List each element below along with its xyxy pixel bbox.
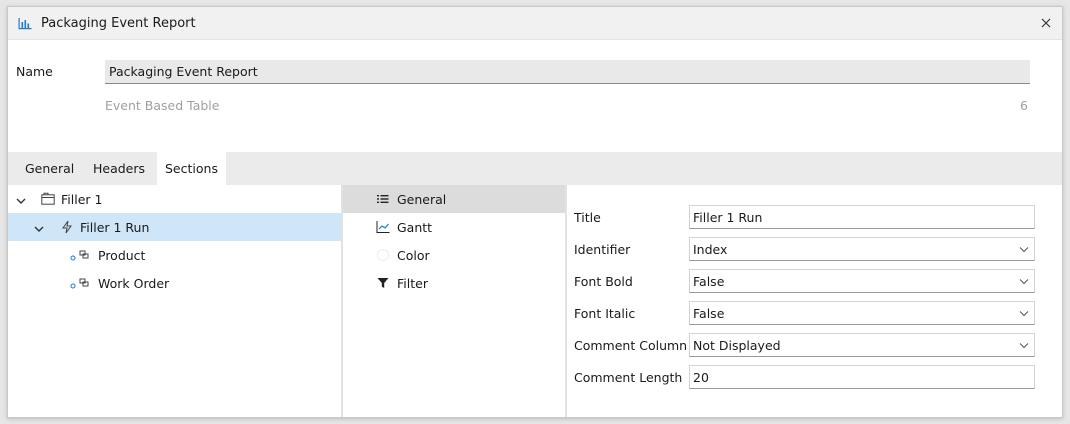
field-link-icon (70, 276, 89, 290)
tree-item-filler-1-run[interactable]: Filler 1 Run (8, 213, 341, 241)
comment-column-value: Not Displayed (693, 338, 781, 353)
folder-icon (41, 192, 55, 206)
identifier-label: Identifier (574, 242, 631, 257)
tab-sections[interactable]: Sections (157, 152, 226, 185)
tab-bar: General Headers Sections (8, 152, 1062, 185)
close-icon (1041, 18, 1051, 28)
properties-panel: Title Filler 1 Run Identifier Index Font… (567, 185, 1062, 417)
lightning-icon (60, 220, 74, 234)
window-title: Packaging Event Report (41, 16, 196, 31)
title-value: Filler 1 Run (693, 210, 763, 225)
color-circle-icon (376, 248, 390, 262)
item-count: 6 (1020, 98, 1028, 113)
identifier-value: Index (693, 242, 728, 257)
tree-item-filler-1[interactable]: Filler 1 (8, 185, 341, 213)
settings-item-gantt[interactable]: Gantt (343, 213, 565, 241)
report-type-label: Event Based Table (105, 98, 220, 113)
chevron-down-icon (1019, 247, 1029, 253)
close-button[interactable] (1036, 13, 1056, 33)
settings-item-label: General (397, 192, 447, 207)
tree-item-label: Work Order (98, 276, 170, 291)
font-italic-label: Font Italic (574, 306, 636, 321)
font-bold-label: Font Bold (574, 274, 633, 289)
tree-item-label: Product (98, 248, 146, 263)
bar-chart-icon (18, 17, 32, 30)
section-settings-list: General Gantt Color Filter (343, 185, 565, 417)
comment-length-label: Comment Length (574, 370, 683, 385)
gantt-chart-icon (376, 220, 390, 234)
filter-icon (376, 276, 390, 290)
list-icon (376, 192, 390, 206)
tree-item-label: Filler 1 Run (80, 220, 150, 235)
settings-item-label: Gantt (397, 220, 433, 235)
font-italic-select[interactable]: False (689, 301, 1035, 325)
chevron-down-icon[interactable] (34, 222, 44, 232)
chevron-down-icon (1019, 343, 1029, 349)
settings-item-filter[interactable]: Filter (343, 269, 565, 297)
name-input[interactable] (105, 60, 1030, 84)
name-label: Name (16, 64, 53, 79)
chevron-down-icon[interactable] (16, 194, 26, 204)
tree-item-work-order[interactable]: Work Order (8, 269, 341, 297)
tab-general[interactable]: General (17, 152, 82, 185)
identifier-select[interactable]: Index (689, 237, 1035, 261)
report-dialog: Packaging Event Report Name Event Based … (7, 6, 1063, 418)
title-input[interactable]: Filler 1 Run (689, 205, 1035, 229)
title-label: Title (574, 210, 601, 225)
settings-item-general[interactable]: General (343, 185, 565, 213)
font-bold-select[interactable]: False (689, 269, 1035, 293)
tab-headers[interactable]: Headers (85, 152, 153, 185)
comment-column-label: Comment Column (574, 338, 688, 353)
comment-length-input[interactable]: 20 (689, 365, 1035, 389)
tree-item-label: Filler 1 (61, 192, 103, 207)
title-bar: Packaging Event Report (8, 7, 1062, 40)
field-link-icon (70, 248, 89, 262)
comment-column-select[interactable]: Not Displayed (689, 333, 1035, 357)
comment-length-value: 20 (693, 370, 709, 385)
settings-item-label: Color (397, 248, 430, 263)
settings-item-label: Filter (397, 276, 428, 291)
font-bold-value: False (693, 274, 725, 289)
chevron-down-icon (1019, 311, 1029, 317)
font-italic-value: False (693, 306, 725, 321)
chevron-down-icon (1019, 279, 1029, 285)
tree-item-product[interactable]: Product (8, 241, 341, 269)
settings-item-color[interactable]: Color (343, 241, 565, 269)
section-tree: Filler 1 Filler 1 Run Product Work Order (8, 185, 341, 417)
